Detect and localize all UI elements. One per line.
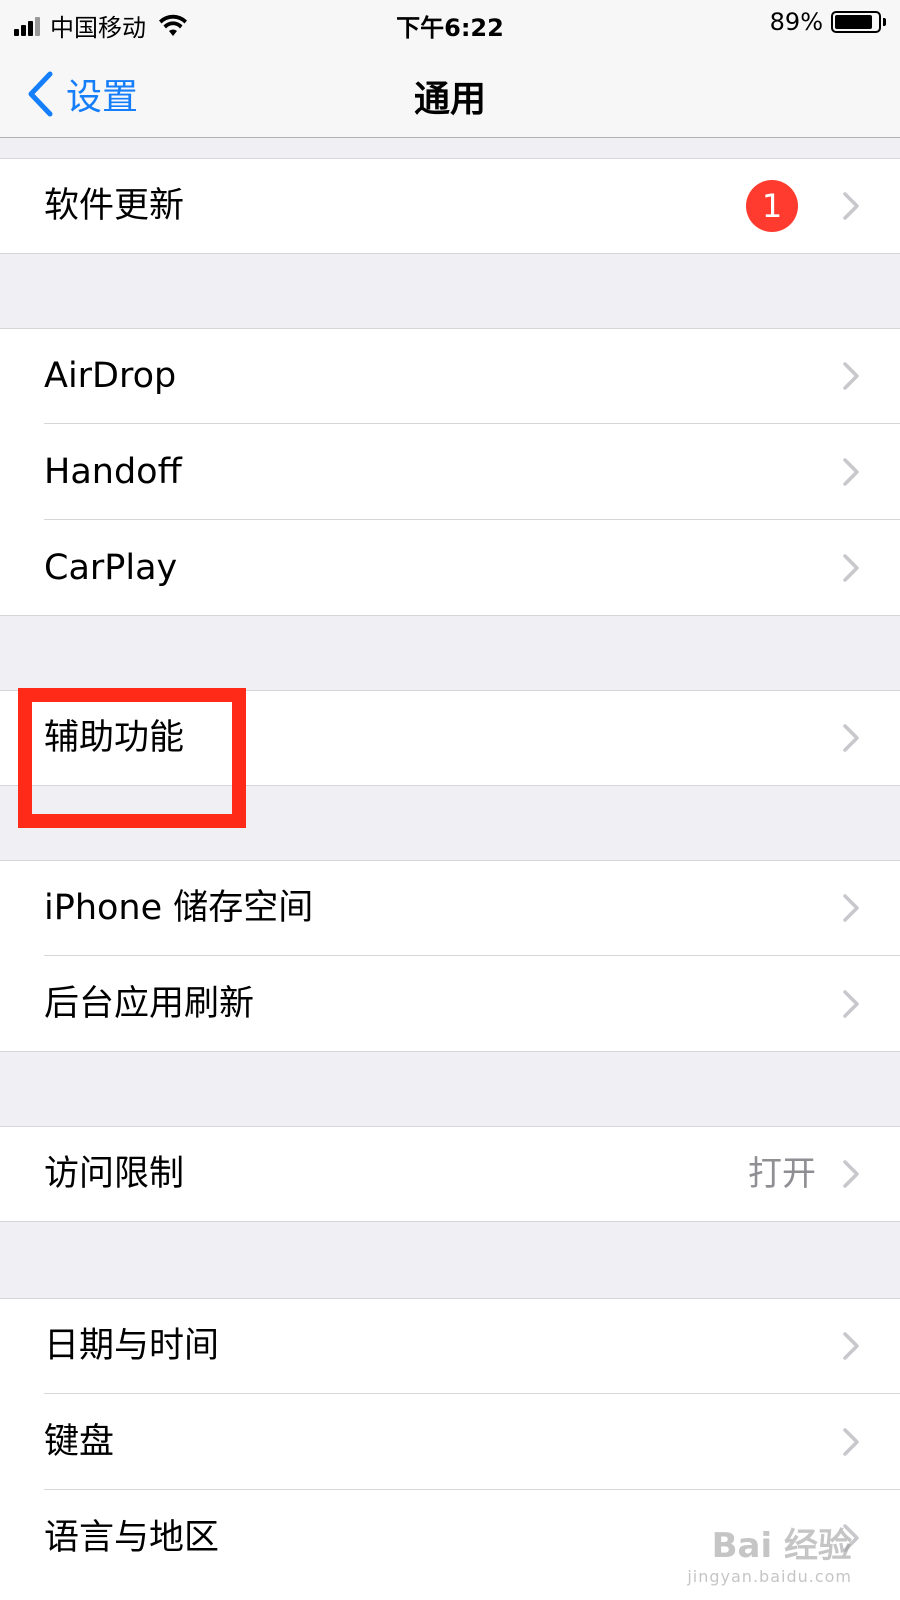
status-bar: 中国移动 下午6:22 89% xyxy=(0,0,900,44)
chevron-right-icon xyxy=(843,554,859,582)
navigation-bar: 设置 通用 xyxy=(0,44,900,138)
row-label: 后台应用刷新 xyxy=(44,984,255,1024)
row-label: 键盘 xyxy=(44,1422,115,1462)
row-label: AirDrop xyxy=(44,356,177,396)
settings-row-airdrop[interactable]: AirDrop xyxy=(0,328,900,424)
row-label: iPhone 储存空间 xyxy=(44,888,314,928)
settings-row-iphone-storage[interactable]: iPhone 储存空间 xyxy=(0,860,900,956)
divider xyxy=(0,1221,900,1222)
chevron-right-icon xyxy=(843,1428,859,1456)
chevron-right-icon xyxy=(843,1332,859,1360)
row-label: CarPlay xyxy=(44,548,178,588)
settings-row-restrictions[interactable]: 访问限制 打开 xyxy=(0,1126,900,1222)
chevron-right-icon xyxy=(843,894,859,922)
row-label: Handoff xyxy=(44,452,182,492)
settings-row-keyboard[interactable]: 键盘 xyxy=(0,1394,900,1490)
settings-row-background-refresh[interactable]: 后台应用刷新 xyxy=(0,956,900,1052)
row-label: 语言与地区 xyxy=(44,1518,220,1558)
highlight-annotation xyxy=(18,688,246,828)
divider xyxy=(0,615,900,616)
row-label: 访问限制 xyxy=(44,1154,185,1194)
chevron-right-icon xyxy=(843,990,859,1018)
battery-percent: 89% xyxy=(769,8,823,36)
chevron-right-icon xyxy=(843,724,859,752)
watermark-main: Bai 经验 xyxy=(711,1526,852,1566)
settings-row-handoff[interactable]: Handoff xyxy=(0,424,900,520)
chevron-right-icon xyxy=(843,1160,859,1188)
settings-row-carplay[interactable]: CarPlay xyxy=(0,520,900,616)
restrictions-status: 打开 xyxy=(748,1154,816,1194)
update-badge: 1 xyxy=(746,180,798,232)
settings-row-date-time[interactable]: 日期与时间 xyxy=(0,1298,900,1394)
watermark-sub: jingyan.baidu.com xyxy=(687,1567,852,1586)
battery-tip xyxy=(883,18,886,26)
chevron-right-icon xyxy=(843,362,859,390)
divider xyxy=(0,1051,900,1052)
row-label: 日期与时间 xyxy=(44,1326,220,1366)
watermark: Bai 经验 jingyan.baidu.com xyxy=(687,1518,852,1586)
chevron-right-icon xyxy=(843,192,859,220)
settings-row-software-update[interactable]: 软件更新 1 xyxy=(0,158,900,254)
status-right: 89% xyxy=(770,8,886,36)
status-time: 下午6:22 xyxy=(396,14,504,42)
battery-icon xyxy=(831,11,881,33)
page-title: 通用 xyxy=(413,79,486,120)
divider xyxy=(0,253,900,254)
chevron-right-icon xyxy=(843,458,859,486)
row-label: 软件更新 xyxy=(44,186,185,226)
